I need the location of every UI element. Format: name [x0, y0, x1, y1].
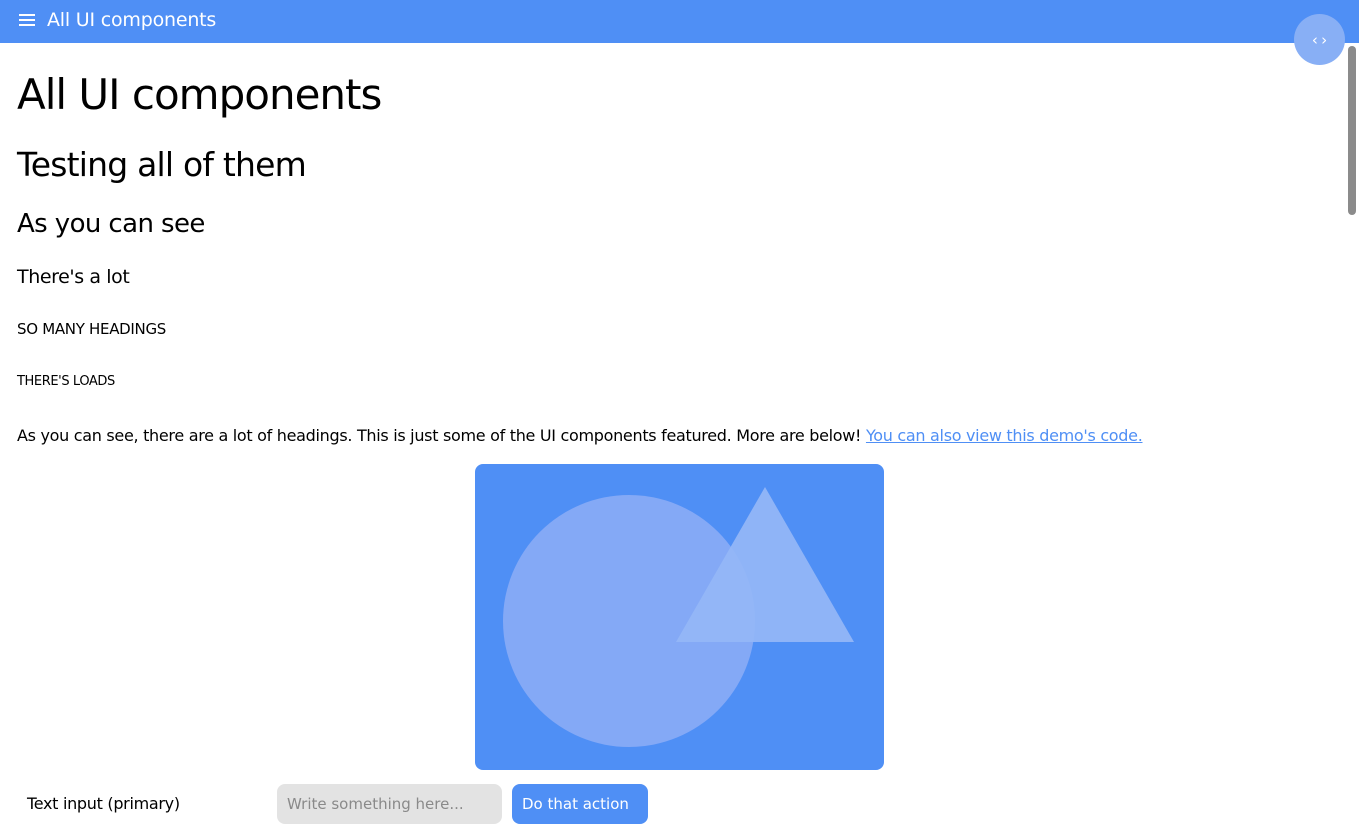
intro-text: As you can see, there are a lot of headi… [17, 426, 866, 445]
hamburger-menu-icon[interactable] [19, 14, 35, 28]
heading-3: As you can see [17, 209, 205, 239]
heading-6: THERE'S LOADS [17, 374, 115, 389]
do-that-action-button[interactable]: Do that action [512, 784, 648, 824]
view-code-link[interactable]: You can also view this demo's code. [866, 426, 1143, 445]
heading-2: Testing all of them [17, 145, 307, 184]
app-title: All UI components [47, 9, 217, 31]
heading-1: All UI components [17, 70, 382, 119]
view-code-button[interactable]: ‹› [1294, 14, 1345, 65]
shapes-svg [503, 487, 854, 747]
text-input-label: Text input (primary) [27, 794, 180, 813]
heading-4: There's a lot [17, 266, 130, 288]
primary-text-input[interactable] [277, 784, 502, 824]
scrollbar-thumb[interactable] [1348, 46, 1356, 215]
placeholder-shapes-image [475, 464, 884, 770]
heading-5: SO MANY HEADINGS [17, 320, 167, 338]
top-app-bar: All UI components [0, 0, 1359, 43]
intro-paragraph: As you can see, there are a lot of headi… [17, 426, 1143, 445]
code-icon: ‹› [1310, 30, 1329, 49]
